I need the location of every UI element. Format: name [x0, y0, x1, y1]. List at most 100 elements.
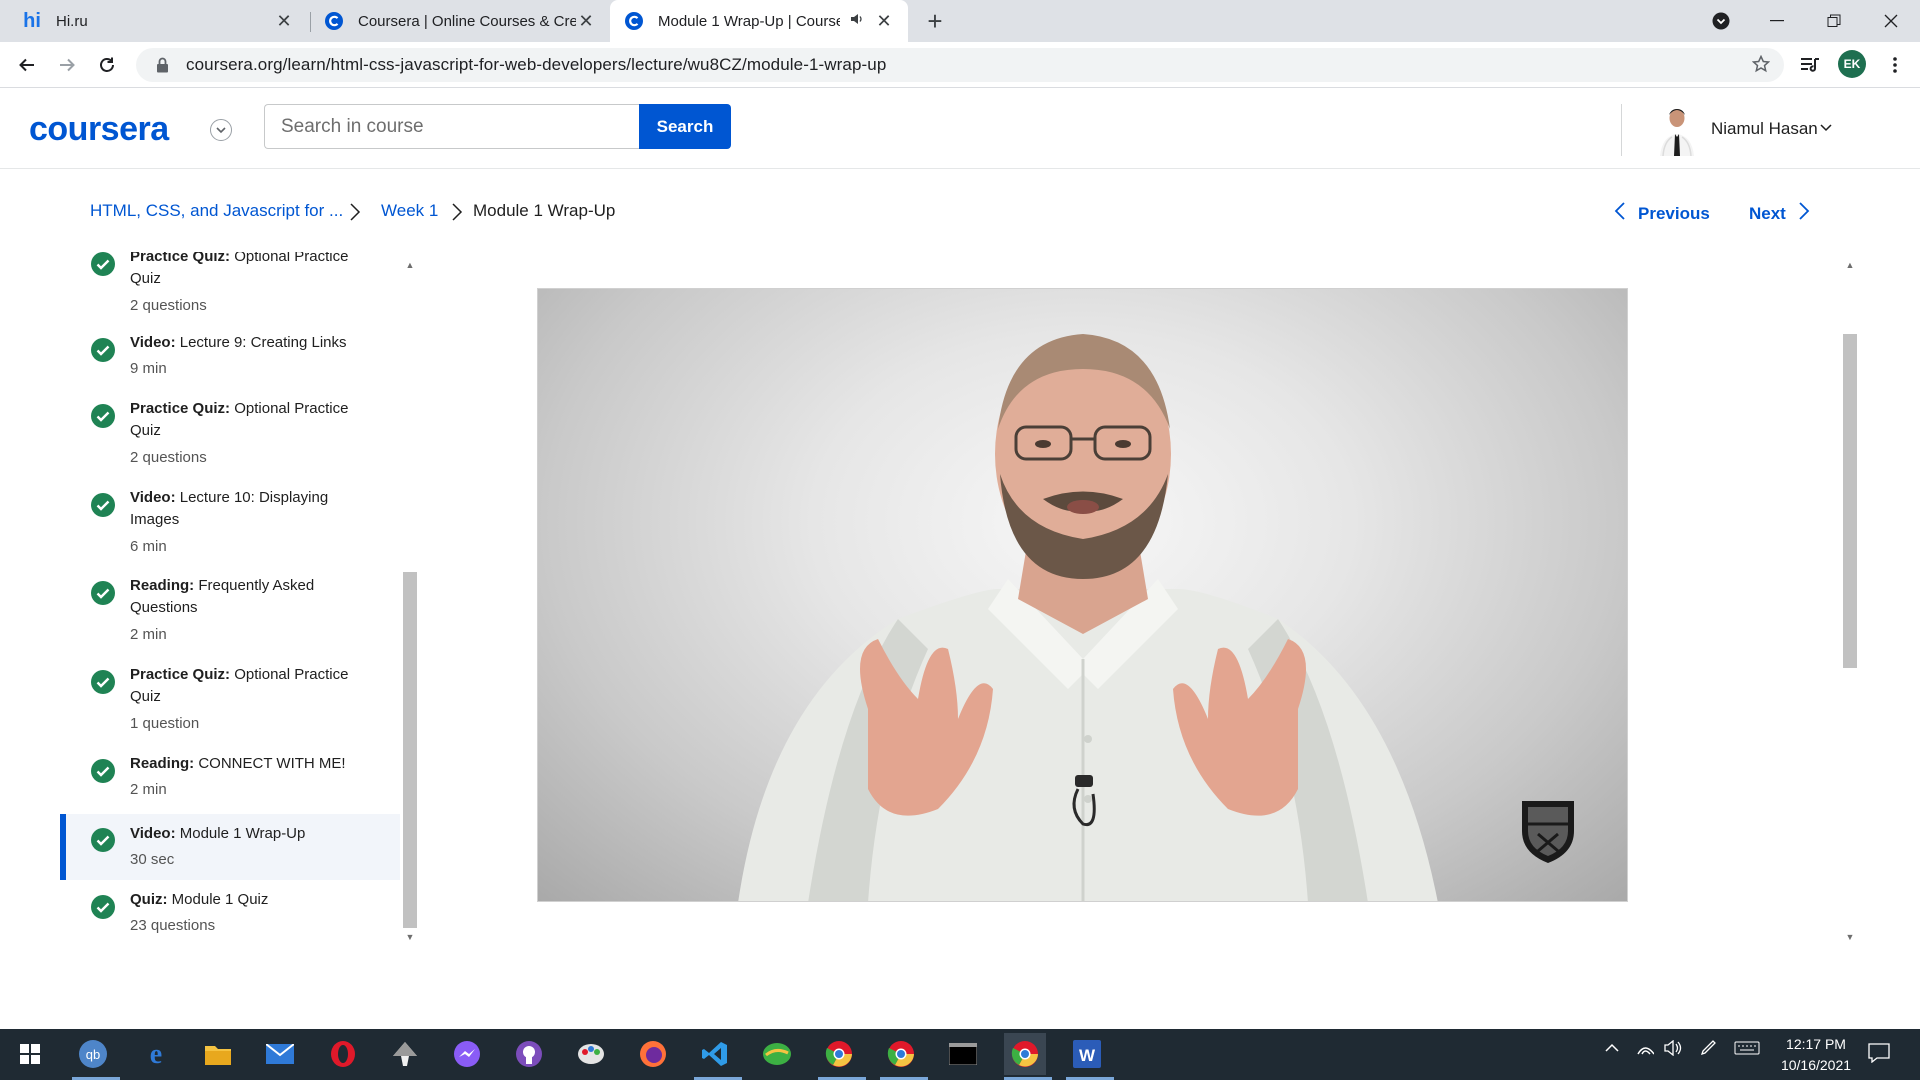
- sidebar-scrollbar-thumb[interactable]: [403, 572, 417, 928]
- tab-hi-ru[interactable]: hi Hi.ru ✕: [8, 0, 308, 42]
- sidebar-item-title: Video: Module 1 Wrap-Up: [130, 823, 370, 845]
- edge-browser-icon[interactable]: e: [135, 1033, 177, 1075]
- completed-check-icon: [91, 493, 115, 517]
- breadcrumb-course[interactable]: HTML, CSS, and Javascript for ...: [90, 201, 343, 221]
- omnibox[interactable]: coursera.org/learn/html-css-javascript-f…: [136, 48, 1784, 82]
- sidebar-item-title: Reading: CONNECT WITH ME!: [130, 753, 370, 775]
- item-type: Quiz:: [130, 891, 168, 908]
- scroll-down-icon[interactable]: ▼: [1841, 930, 1859, 944]
- tab-coursera-home[interactable]: Coursera | Online Courses & Credentials …: [310, 0, 610, 42]
- sidebar-item[interactable]: Practice Quiz: Optional Practice Quiz 1 …: [60, 666, 400, 740]
- sidebar-item-title: Video: Lecture 9: Creating Links: [130, 332, 370, 354]
- main-scrollbar-thumb[interactable]: [1843, 334, 1857, 668]
- bookmark-star-icon[interactable]: [1751, 54, 1771, 78]
- coursera-logo[interactable]: coursera: [29, 110, 169, 149]
- chevron-left-icon: [1614, 201, 1626, 226]
- word-icon[interactable]: W: [1066, 1033, 1108, 1075]
- mail-icon[interactable]: [259, 1033, 301, 1075]
- sidebar-item[interactable]: Video: Lecture 9: Creating Links 9 min: [60, 334, 400, 398]
- profile-avatar[interactable]: EK: [1838, 50, 1866, 78]
- wifi-icon[interactable]: [1636, 1040, 1655, 1059]
- chrome-profile-icon[interactable]: [880, 1033, 922, 1075]
- course-search-input[interactable]: [264, 104, 640, 149]
- notification-icon[interactable]: [1868, 1043, 1890, 1066]
- terminal-icon[interactable]: [942, 1033, 984, 1075]
- scroll-up-icon[interactable]: ▲: [401, 258, 419, 272]
- map-app-icon[interactable]: [756, 1033, 798, 1075]
- windows-start-icon[interactable]: [9, 1033, 51, 1075]
- sidebar-item-title: Practice Quiz: Optional Practice Quiz: [130, 252, 370, 290]
- chevron-down-icon[interactable]: [210, 119, 232, 141]
- minimize-icon[interactable]: [1748, 0, 1806, 42]
- clock-date: 10/16/2021: [1780, 1057, 1852, 1073]
- chevron-up-icon[interactable]: [1604, 1040, 1620, 1059]
- coursera-favicon-icon: [324, 11, 344, 31]
- svg-text:W: W: [1079, 1046, 1096, 1065]
- forward-icon[interactable]: [52, 50, 82, 80]
- file-explorer-icon[interactable]: [197, 1033, 239, 1075]
- course-outline-sidebar: Practice Quiz: Optional Practice Quiz 2 …: [60, 252, 400, 947]
- item-title: CONNECT WITH ME!: [198, 755, 346, 772]
- sidebar-item[interactable]: Practice Quiz: Optional Practice Quiz 2 …: [60, 400, 400, 474]
- reload-icon[interactable]: [92, 50, 122, 80]
- sidebar-item[interactable]: Video: Lecture 10: Displaying Images 6 m…: [60, 489, 400, 563]
- chrome-icon[interactable]: [818, 1033, 860, 1075]
- messenger-icon[interactable]: [446, 1033, 488, 1075]
- opera-icon[interactable]: [322, 1033, 364, 1075]
- lecture-video-player[interactable]: [537, 288, 1628, 902]
- item-meta: 6 min: [130, 538, 167, 555]
- inkscape-icon[interactable]: [384, 1033, 426, 1075]
- sidebar-item[interactable]: Reading: CONNECT WITH ME! 2 min: [60, 755, 400, 809]
- pen-icon[interactable]: [1700, 1040, 1718, 1059]
- sidebar-item[interactable]: Quiz: Module 1 Quiz 23 questions: [60, 891, 400, 945]
- paint-app-icon[interactable]: [570, 1033, 612, 1075]
- keyboard-icon[interactable]: [1734, 1040, 1760, 1059]
- close-icon[interactable]: ✕: [576, 11, 596, 31]
- close-icon[interactable]: ✕: [874, 11, 894, 31]
- chevron-down-icon[interactable]: [1818, 119, 1834, 135]
- taskbar-clock[interactable]: 12:17 PM 10/16/2021: [1770, 1034, 1862, 1076]
- qb-app-icon[interactable]: qb: [72, 1033, 114, 1075]
- chrome-ek-icon[interactable]: [1004, 1033, 1046, 1075]
- next-button[interactable]: Next: [1749, 201, 1810, 226]
- tab-module-1-wrap-up[interactable]: Module 1 Wrap-Up | Coursera ✕: [610, 0, 908, 42]
- sidebar-item-title: Practice Quiz: Optional Practice Quiz: [130, 664, 370, 708]
- speaker-icon[interactable]: [850, 12, 864, 30]
- scroll-down-icon[interactable]: ▼: [401, 930, 419, 944]
- completed-check-icon: [91, 404, 115, 428]
- close-window-icon[interactable]: [1862, 0, 1920, 42]
- item-meta: 1 question: [130, 715, 200, 732]
- github-icon[interactable]: [508, 1033, 550, 1075]
- restore-icon[interactable]: [1805, 0, 1863, 42]
- previous-button[interactable]: Previous: [1614, 201, 1710, 226]
- tab-title: Coursera | Online Courses & Credentials: [358, 12, 576, 30]
- sidebar-item[interactable]: Reading: Frequently Asked Questions 2 mi…: [60, 577, 400, 651]
- completed-check-icon: [91, 828, 115, 852]
- svg-text:qb: qb: [86, 1047, 100, 1062]
- item-type: Practice Quiz:: [130, 400, 231, 417]
- item-meta: 2 min: [130, 781, 167, 798]
- user-avatar[interactable]: [1654, 104, 1700, 156]
- sidebar-item-active[interactable]: Video: Module 1 Wrap-Up 30 sec: [60, 814, 400, 880]
- back-icon[interactable]: [12, 50, 42, 80]
- new-tab-button[interactable]: +: [920, 6, 950, 36]
- scroll-up-icon[interactable]: ▲: [1841, 258, 1859, 272]
- breadcrumb-week[interactable]: Week 1: [381, 201, 438, 221]
- svg-text:e: e: [150, 1040, 162, 1068]
- lock-icon[interactable]: [156, 57, 172, 73]
- sidebar-item[interactable]: Practice Quiz: Optional Practice Quiz 2 …: [60, 252, 400, 316]
- item-meta: 2 questions: [130, 297, 207, 314]
- profile-menu-icon[interactable]: [1692, 0, 1750, 42]
- item-title: Module 1 Quiz: [171, 891, 269, 908]
- item-type: Reading:: [130, 577, 195, 594]
- user-name[interactable]: Niamul Hasan: [1711, 119, 1818, 139]
- volume-icon[interactable]: [1664, 1039, 1682, 1059]
- firefox-icon[interactable]: [632, 1033, 674, 1075]
- search-button[interactable]: Search: [639, 104, 731, 149]
- sidebar-item-title: Video: Lecture 10: Displaying Images: [130, 487, 370, 531]
- media-control-icon[interactable]: [1795, 50, 1825, 80]
- chrome-menu-icon[interactable]: [1880, 50, 1910, 80]
- vscode-icon[interactable]: [694, 1033, 736, 1075]
- close-icon[interactable]: ✕: [274, 11, 294, 31]
- item-type: Video:: [130, 825, 176, 842]
